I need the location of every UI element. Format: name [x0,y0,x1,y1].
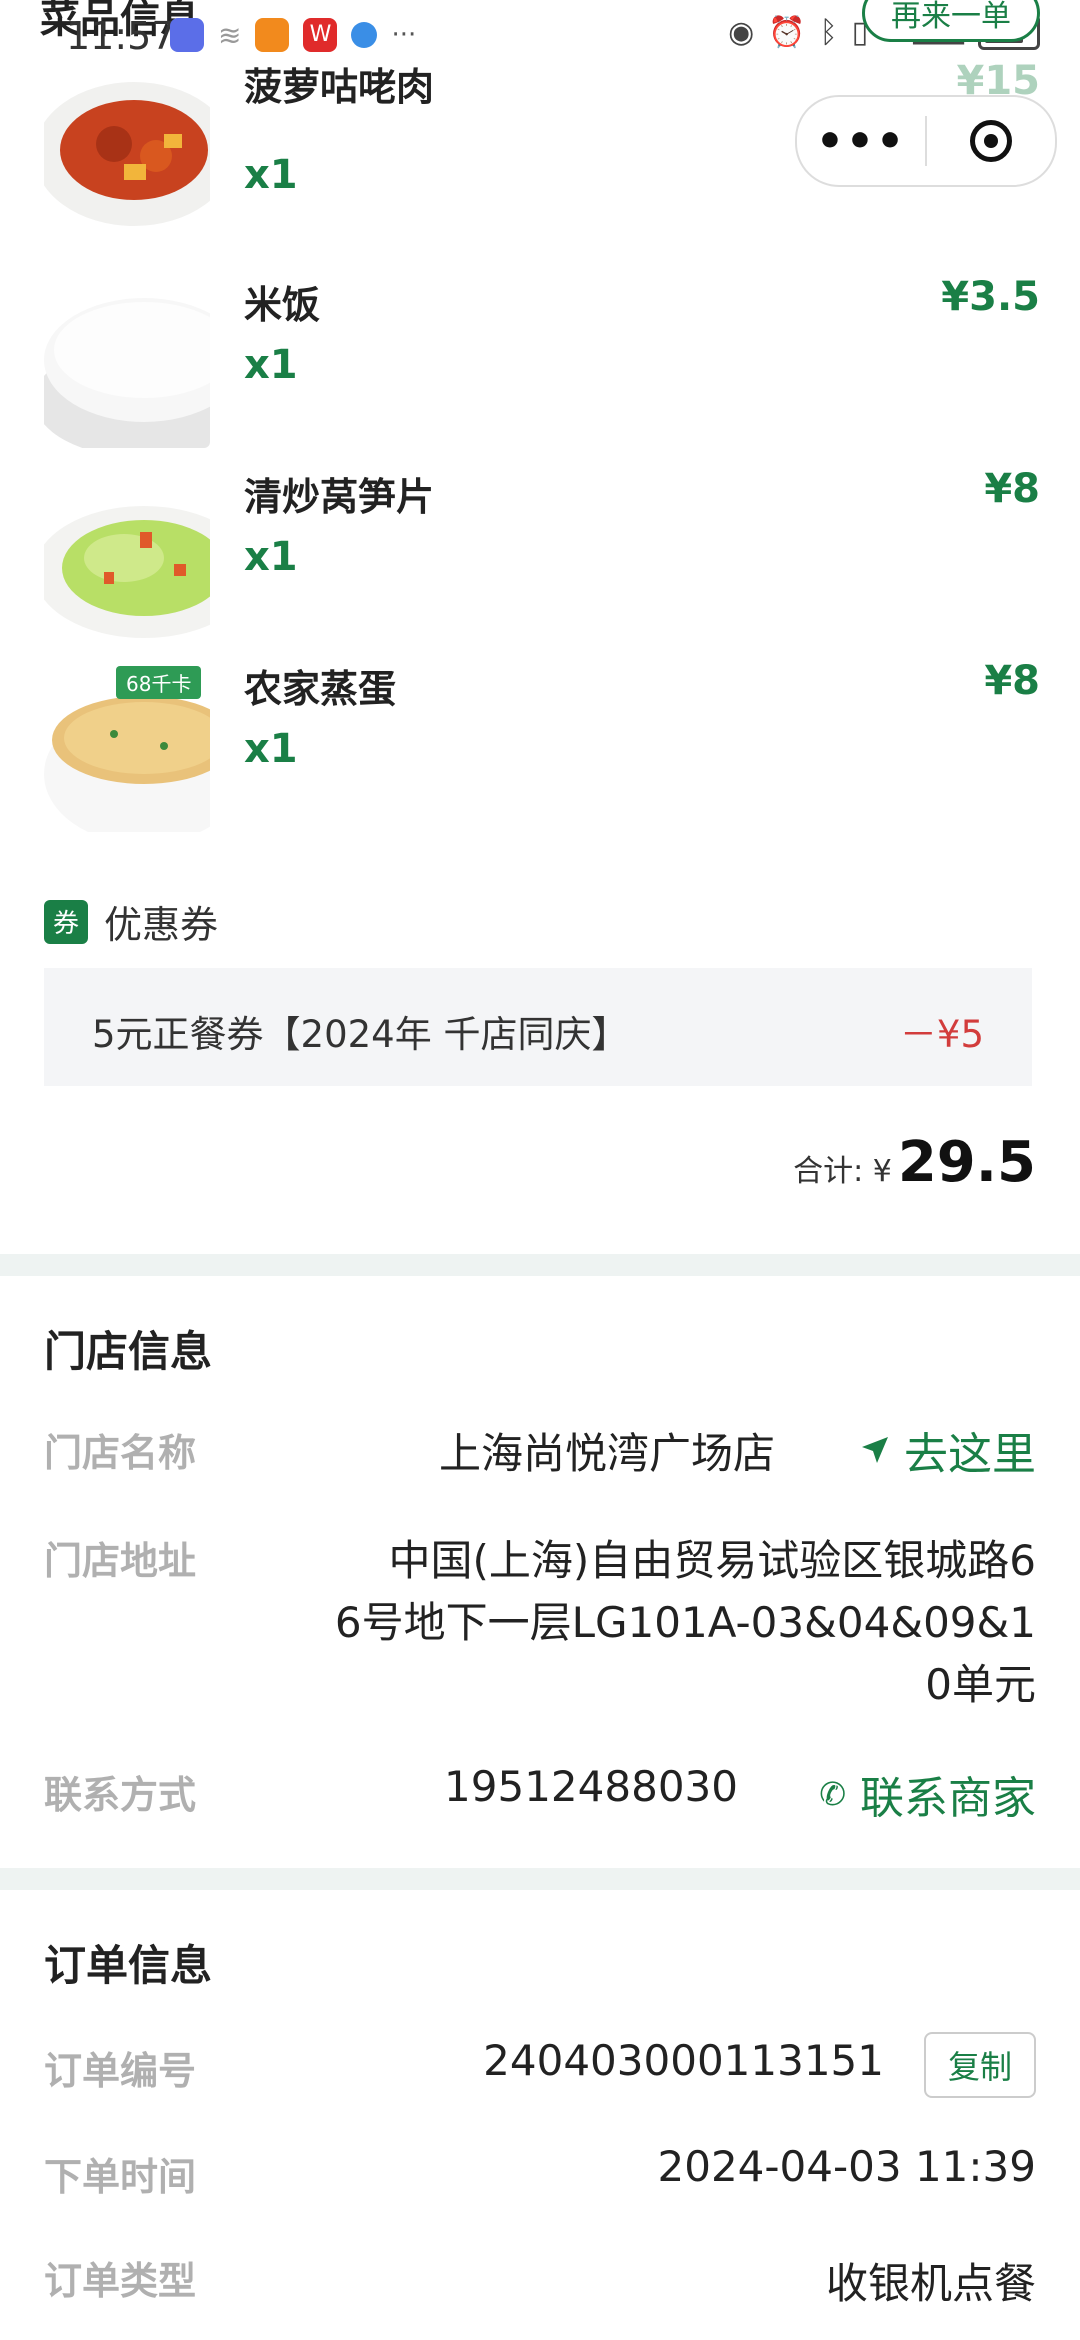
dish-image [44,472,210,640]
order-info-title: 订单信息 [44,1941,213,1990]
navigate-button[interactable]: 去这里 [860,1418,1036,1482]
dish-item: 68千卡 农家蒸蛋 x1 ¥8 [0,658,1080,854]
coupon-name: 5元正餐券【2024年 千店同庆】 [92,1013,629,1056]
notification-icons: ≋ W ··· [170,18,416,52]
coupon-icon: 券 [44,899,88,944]
dish-quantity: x1 [244,152,298,198]
dish-name: 菠萝咕咾肉 [244,65,435,109]
order-number: 240403000113151 [483,2036,884,2085]
dish-quantity: x1 [244,534,298,580]
status-time: 11:57 [66,14,176,58]
dish-item: 米饭 x1 ¥3.5 [0,274,1080,470]
dish-image [44,280,210,448]
section-divider [0,1868,1080,1890]
navigation-arrow-icon [862,1437,888,1463]
wifi-icon: ≋ [218,18,242,52]
app-notification-icon [255,18,290,52]
store-phone: 19512488030 [444,1762,738,1811]
order-again-button[interactable]: 再来一单 [862,0,1040,42]
order-type: 收银机点餐 [825,2259,1036,2308]
dish-name: 米饭 [244,283,321,327]
navigate-label: 去这里 [904,1429,1036,1480]
coupon-row: 5元正餐券【2024年 千店同庆】 －¥5 [44,968,1032,1086]
address-line: 0单元 [925,1660,1036,1709]
coupon-label: 优惠券 [104,903,219,947]
bluetooth-icon: ᛒ [819,14,838,50]
dish-price: ¥8 [984,466,1040,512]
store-info-title: 门店信息 [44,1327,213,1376]
order-total: 合计: ¥ 29.5 [793,1130,1036,1195]
order-number-label: 订单编号 [44,2049,197,2093]
total-label: 合计: ¥ [793,1154,892,1189]
dish-image [44,64,210,232]
dish-price: ¥15 [956,58,1041,104]
contact-merchant-label: 联系商家 [860,1773,1036,1824]
section-divider [0,1254,1080,1276]
wps-icon: W [303,18,338,52]
dish-photo [44,298,210,448]
dish-quantity: x1 [244,726,298,772]
dish-quantity: x1 [244,342,298,388]
dish-photo [44,506,210,638]
copy-button[interactable]: 复制 [923,2032,1036,2098]
address-line: 6号地下一层LG101A-03&04&09&1 [334,1598,1036,1647]
order-time: 2024-04-03 11:39 [657,2142,1036,2191]
app-notification-icon [170,18,204,52]
address-line: 中国(上海)自由贸易试验区银城路6 [388,1536,1037,1585]
calorie-badge: 68千卡 [116,666,202,699]
coupon-discount: －¥5 [899,1013,984,1056]
dish-price: ¥3.5 [941,274,1040,320]
dish-item: 清炒莴笋片 x1 ¥8 [0,466,1080,662]
contact-merchant-button[interactable]: ✆ 联系商家 [819,1762,1036,1826]
dish-name: 清炒莴笋片 [244,475,435,519]
more-notifications-icon: ··· [391,20,417,50]
alarm-icon: ⏰ [768,14,806,50]
store-name-label: 门店名称 [44,1431,197,1475]
total-amount: 29.5 [897,1130,1036,1195]
dish-photo [44,82,210,226]
dish-item: 菠萝咕咾肉 x1 ¥15 [0,58,1080,254]
dish-name: 农家蒸蛋 [244,667,397,711]
contact-label: 联系方式 [44,1773,197,1817]
dish-image: 68千卡 [44,664,210,832]
store-address-label: 门店地址 [44,1539,197,1583]
browser-icon [351,22,378,48]
store-name: 上海尚悦湾广场店 [438,1429,775,1478]
dish-price: ¥8 [984,658,1040,704]
coupon-header: 券 优惠券 [44,894,218,949]
eye-icon: ◉ [728,14,755,50]
store-address: 中国(上海)自由贸易试验区银城路6 6号地下一层LG101A-03&04&09&… [335,1530,1036,1716]
order-type-label: 订单类型 [44,2259,197,2303]
phone-icon: ✆ [819,1775,846,1813]
order-time-label: 下单时间 [44,2155,197,2199]
